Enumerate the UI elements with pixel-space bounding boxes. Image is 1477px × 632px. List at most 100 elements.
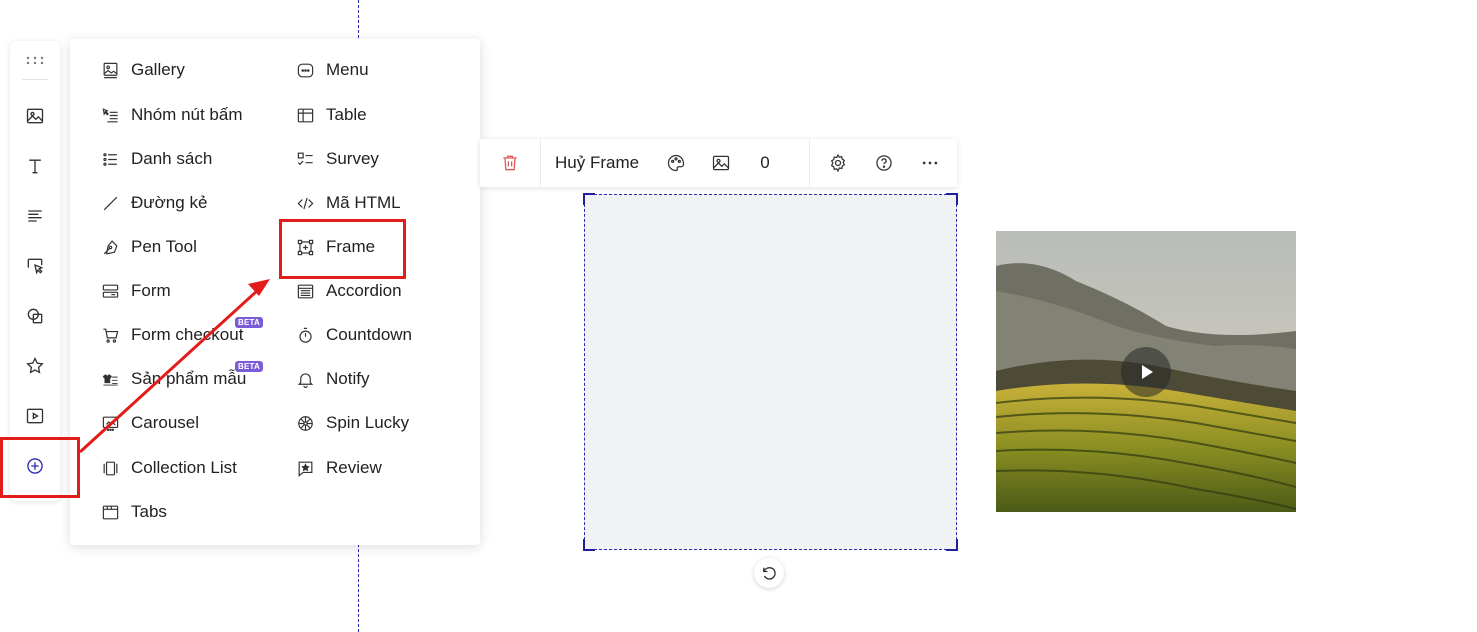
code-icon	[295, 193, 315, 213]
style-palette-button[interactable]	[661, 148, 691, 178]
menu-item-label: Spin Lucky	[326, 413, 410, 432]
menu-item-table[interactable]: Table	[295, 100, 367, 130]
carousel-icon	[100, 413, 120, 433]
menu-item-label: Mã HTML	[326, 193, 401, 212]
add-image-button[interactable]	[20, 101, 50, 131]
highlight-frame-item	[279, 219, 406, 279]
beta-badge: BETA	[235, 317, 263, 328]
menu-item-pen-tool[interactable]: Pen Tool	[100, 232, 197, 262]
menu-item-label: Gallery	[131, 60, 185, 79]
menu-item-form[interactable]: Form	[100, 276, 171, 306]
text-icon	[29, 159, 41, 174]
pen-tool-icon	[100, 237, 120, 257]
line-icon	[100, 193, 120, 213]
toolbar-divider	[540, 139, 541, 187]
menu-item-label: Sản phẩm mẫu	[131, 369, 247, 388]
menu-item-label: Survey	[326, 149, 379, 168]
menu-item-button-group[interactable]: Nhóm nút bấm	[100, 100, 243, 130]
menu-item-label: Tabs	[131, 502, 167, 521]
spin-icon	[295, 413, 315, 433]
add-button-element[interactable]	[20, 251, 50, 281]
menu-item-label: Notify	[326, 369, 370, 388]
review-icon	[295, 458, 315, 478]
image-button[interactable]	[706, 148, 736, 178]
accordion-icon	[295, 281, 315, 301]
star-icon	[26, 356, 44, 374]
menu-item-countdown[interactable]: Countdown	[295, 320, 412, 350]
delete-button[interactable]	[495, 148, 525, 178]
menu-item-label: Carousel	[131, 413, 200, 432]
image-icon	[26, 108, 44, 124]
settings-button[interactable]	[823, 148, 853, 178]
timer-icon	[295, 325, 315, 345]
unframe-button[interactable]: Huỷ Frame	[555, 148, 639, 178]
menu-icon	[295, 60, 315, 80]
menu-item-label: Collection List	[131, 458, 237, 477]
add-video-button[interactable]	[20, 401, 50, 431]
menu-item-label: Table	[326, 105, 367, 124]
list-icon	[100, 149, 120, 169]
play-icon	[1142, 365, 1153, 379]
menu-item-label: Đường kẻ	[131, 193, 208, 212]
menu-item-accordion[interactable]: Accordion	[295, 276, 402, 306]
toolbar-divider	[809, 139, 810, 187]
menu-item-notify[interactable]: Notify	[295, 364, 369, 394]
highlight-add-button	[0, 437, 80, 498]
video-thumbnail[interactable]	[996, 231, 1296, 512]
resize-handle-bottom-right[interactable]	[946, 539, 958, 551]
product-icon	[100, 369, 120, 389]
resize-handle-bottom-left[interactable]	[583, 539, 595, 551]
menu-item-label: Countdown	[326, 325, 413, 344]
bell-icon	[295, 369, 315, 389]
menu-item-collection-list[interactable]: Collection List	[100, 453, 237, 483]
drag-handle-icon[interactable]	[10, 49, 60, 71]
tabs-icon	[100, 502, 120, 522]
add-icon-button[interactable]	[20, 351, 50, 381]
more-options-button[interactable]	[915, 148, 945, 178]
menu-item-review[interactable]: Review	[295, 453, 382, 483]
selected-frame-element[interactable]	[583, 193, 958, 551]
menu-item-gallery[interactable]: Gallery	[100, 55, 185, 85]
menu-item-label: Form	[131, 281, 171, 300]
menu-item-html-code[interactable]: Mã HTML	[295, 188, 401, 218]
editor-canvas: Gallery Nhóm nút bấm Danh sách Đường kẻ …	[0, 0, 1477, 632]
resize-handle-top-right[interactable]	[946, 193, 958, 205]
help-button[interactable]	[869, 148, 899, 178]
resize-handle-top-left[interactable]	[583, 193, 595, 205]
rotate-handle[interactable]	[754, 558, 784, 588]
form-icon	[100, 281, 120, 301]
trash-icon	[503, 155, 517, 171]
add-paragraph-button[interactable]	[20, 201, 50, 231]
add-element-menu: Gallery Nhóm nút bấm Danh sách Đường kẻ …	[70, 39, 480, 545]
menu-item-carousel[interactable]: Carousel	[100, 408, 199, 438]
add-text-button[interactable]	[20, 151, 50, 181]
menu-item-list[interactable]: Danh sách	[100, 144, 212, 174]
paragraph-icon	[28, 210, 42, 222]
beta-badge: BETA	[235, 361, 263, 372]
play-button[interactable]	[1121, 347, 1171, 397]
add-shape-button[interactable]	[20, 301, 50, 331]
menu-item-label: Accordion	[326, 281, 402, 300]
menu-item-label: Review	[326, 458, 382, 477]
cart-icon	[100, 325, 120, 345]
collection-icon	[100, 458, 120, 478]
menu-item-survey[interactable]: Survey	[295, 144, 379, 174]
menu-item-sample-product[interactable]: Sản phẩm mẫu BETA	[100, 361, 263, 394]
menu-item-menu[interactable]: Menu	[295, 55, 369, 85]
menu-item-form-checkout[interactable]: Form checkout BETA	[100, 317, 263, 350]
menu-item-label: Nhóm nút bấm	[131, 105, 243, 124]
menu-item-label: Form checkout	[131, 325, 244, 344]
menu-item-tabs[interactable]: Tabs	[100, 497, 167, 527]
menu-item-label: Menu	[326, 60, 369, 79]
toolbar-divider	[22, 79, 48, 80]
palette-icon	[667, 154, 685, 172]
video-icon	[26, 408, 44, 424]
menu-item-spin-lucky[interactable]: Spin Lucky	[295, 408, 409, 438]
left-toolbar	[10, 41, 60, 501]
more-icon	[922, 161, 938, 165]
table-icon	[295, 105, 315, 125]
menu-item-line[interactable]: Đường kẻ	[100, 188, 207, 218]
button-group-icon	[100, 105, 120, 125]
image-count: 0	[760, 153, 770, 172]
menu-item-label: Pen Tool	[131, 237, 197, 256]
